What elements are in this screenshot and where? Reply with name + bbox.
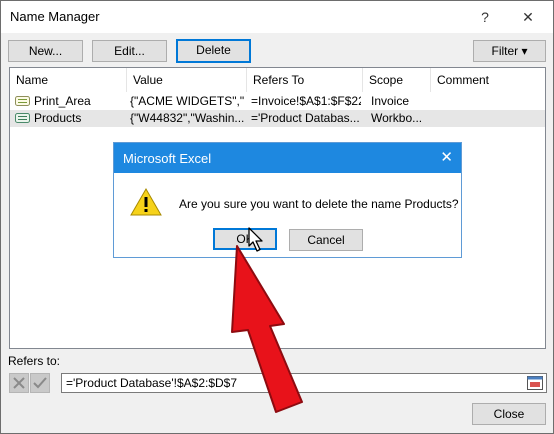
dialog-title-bar: Microsoft Excel ✕ bbox=[114, 143, 461, 173]
dialog-title: Microsoft Excel bbox=[123, 151, 212, 166]
dialog-message: Are you sure you want to delete the name… bbox=[179, 197, 459, 211]
window-title: Name Manager bbox=[10, 9, 100, 24]
row-name: Products bbox=[34, 111, 82, 125]
refers-to-label: Refers to: bbox=[8, 354, 61, 368]
row-name: Print_Area bbox=[34, 94, 91, 108]
dialog-close-button[interactable]: ✕ bbox=[440, 148, 453, 166]
close-button[interactable]: Close bbox=[472, 403, 546, 425]
column-header-refers-to[interactable]: Refers To bbox=[247, 68, 363, 92]
named-range-icon bbox=[15, 96, 30, 106]
checkmark-icon bbox=[33, 377, 47, 389]
row-value: {"ACME WIDGETS","... bbox=[130, 94, 244, 108]
confirm-edit-button[interactable] bbox=[30, 373, 50, 393]
row-value: {"W44832","Washin... bbox=[130, 111, 244, 125]
column-header-scope[interactable]: Scope bbox=[363, 68, 431, 92]
row-refers-to: ='Product Databas... bbox=[251, 111, 360, 125]
close-window-button[interactable]: ✕ bbox=[514, 6, 542, 28]
named-range-icon bbox=[15, 113, 30, 123]
cancel-edit-button[interactable] bbox=[9, 373, 29, 393]
refers-to-value: ='Product Database'!$A$2:$D$7 bbox=[66, 376, 238, 390]
help-button[interactable]: ? bbox=[471, 6, 499, 28]
annotation-arrow-icon bbox=[231, 245, 303, 413]
row-refers-to: =Invoice!$A$1:$F$22 bbox=[251, 94, 361, 108]
column-header-comment[interactable]: Comment bbox=[431, 68, 545, 92]
column-header-name[interactable]: Name bbox=[10, 68, 127, 92]
table-row[interactable]: Products {"W44832","Washin... ='Product … bbox=[10, 110, 545, 127]
new-button[interactable]: New... bbox=[8, 40, 83, 62]
column-header-value[interactable]: Value bbox=[127, 68, 247, 92]
filter-button[interactable]: Filter ▾ bbox=[473, 40, 546, 62]
edit-button[interactable]: Edit... bbox=[92, 40, 167, 62]
cancel-x-icon bbox=[13, 377, 25, 389]
warning-icon bbox=[130, 187, 162, 216]
table-row[interactable]: Print_Area {"ACME WIDGETS","... =Invoice… bbox=[10, 93, 545, 110]
title-bar: Name Manager ? ✕ bbox=[1, 1, 553, 33]
delete-button[interactable]: Delete bbox=[176, 39, 251, 63]
collapse-dialog-icon[interactable] bbox=[527, 376, 543, 390]
row-scope: Invoice bbox=[371, 94, 410, 108]
confirm-delete-dialog: Microsoft Excel ✕ Are you sure you want … bbox=[113, 142, 462, 258]
row-scope: Workbo... bbox=[371, 111, 423, 125]
